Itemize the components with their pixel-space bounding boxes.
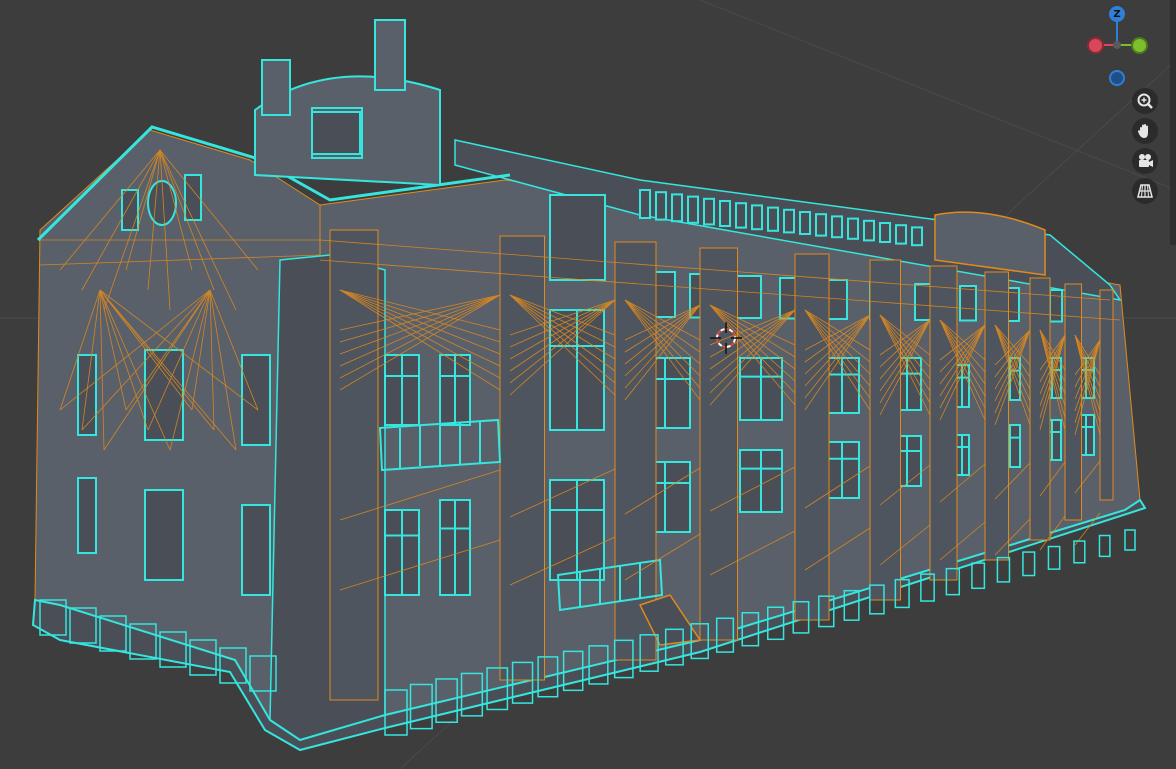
grid-icon bbox=[1137, 184, 1153, 198]
zoom-icon bbox=[1137, 93, 1153, 109]
cupola bbox=[254, 19, 441, 187]
3d-viewport[interactable]: Z bbox=[0, 0, 1176, 769]
gizmo-y-axis[interactable] bbox=[1131, 37, 1148, 54]
zoom-button[interactable] bbox=[1132, 88, 1158, 114]
navigation-gizmo[interactable]: Z bbox=[1080, 0, 1160, 95]
building-mesh[interactable] bbox=[31, 19, 1147, 752]
pan-button[interactable] bbox=[1132, 118, 1158, 144]
perspective-toggle-button[interactable] bbox=[1132, 178, 1158, 204]
hand-icon bbox=[1137, 124, 1148, 138]
scene-render[interactable] bbox=[0, 0, 1176, 769]
viewport-region-edge[interactable] bbox=[1170, 0, 1176, 245]
gizmo-center bbox=[1113, 41, 1121, 49]
camera-view-button[interactable] bbox=[1132, 148, 1158, 174]
gizmo-x-axis[interactable] bbox=[1087, 37, 1104, 54]
gizmo-z-axis[interactable]: Z bbox=[1109, 6, 1125, 22]
gizmo-neg-z-axis[interactable] bbox=[1109, 70, 1125, 86]
camera-icon bbox=[1139, 154, 1153, 167]
gizmo-z-label: Z bbox=[1113, 8, 1121, 20]
